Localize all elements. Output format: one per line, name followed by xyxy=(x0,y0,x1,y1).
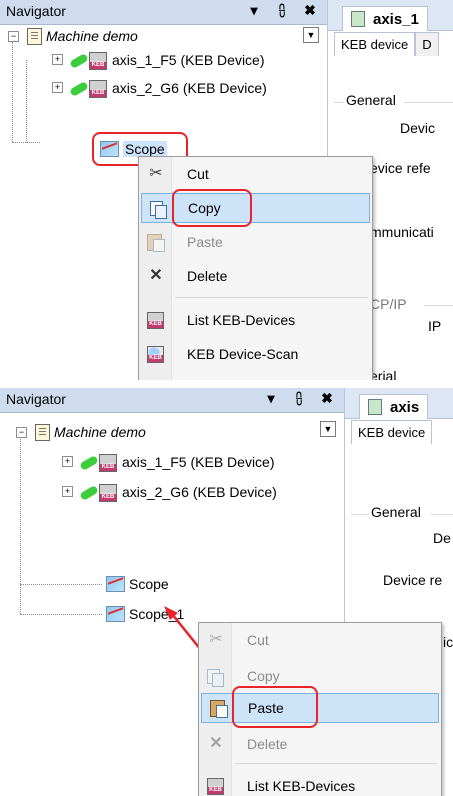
delete-icon xyxy=(147,267,165,285)
group-general-label: General xyxy=(344,92,398,108)
close-icon[interactable]: ✖ xyxy=(303,2,317,19)
menu-label: Paste xyxy=(187,234,223,250)
device-field-label: Devic xyxy=(398,120,438,136)
menu-label: KEB Device-Scan xyxy=(187,346,299,362)
project-icon xyxy=(27,27,42,45)
expand-icon[interactable]: + xyxy=(52,82,63,93)
menu-label: Delete xyxy=(187,268,228,284)
menu-separator xyxy=(175,297,368,298)
project-label: Machine demo xyxy=(46,28,138,44)
navigator-header: Navigator ▾ ⩉ ✖ xyxy=(0,0,327,25)
keb-device-scan-icon xyxy=(147,345,164,363)
keb-device-icon xyxy=(69,51,108,70)
annotation-highlight-copy xyxy=(172,189,252,227)
annotation-highlight-paste xyxy=(232,686,318,728)
communication-label: mmunicati xyxy=(368,224,436,240)
tree-row-device[interactable]: + axis_1_F5 (KEB Device) xyxy=(52,48,265,72)
copy-icon xyxy=(150,200,167,219)
menu-item-list-keb-devices[interactable]: List KEB-Devices xyxy=(199,771,441,796)
subtab-keb-device[interactable]: KEB device xyxy=(334,32,416,56)
dropdown-arrow-icon[interactable]: ▾ xyxy=(247,2,261,19)
context-menu: Cut Copy Paste Delete List KEB-Devices K… xyxy=(138,156,373,380)
menu-label: Cut xyxy=(187,166,209,182)
tab-title: axis_1 xyxy=(373,10,419,28)
device-tab-icon xyxy=(351,11,365,27)
ip-label: IP xyxy=(426,318,444,334)
scissors-icon xyxy=(207,631,225,649)
menu-item-paste[interactable]: Paste xyxy=(139,227,372,257)
tree-row-project[interactable]: − Machine demo xyxy=(8,24,138,48)
menu-item-delete[interactable]: Delete xyxy=(139,261,372,291)
collapse-icon[interactable]: − xyxy=(8,30,19,42)
tree-row-device[interactable]: + axis_2_G6 (KEB Device) xyxy=(52,76,267,100)
document-tab-bar: axis_1 xyxy=(328,0,453,31)
navigator-title: Navigator xyxy=(6,3,66,19)
menu-label: Copy xyxy=(247,668,280,684)
device-label: axis_2_G6 (KEB Device) xyxy=(112,80,267,96)
device-subtabs: KEB device D xyxy=(328,32,439,56)
menu-label: Cut xyxy=(247,632,269,648)
divider xyxy=(0,380,453,388)
screenshot-copy-step: axis_1 KEB device D General Devic evice … xyxy=(0,0,453,380)
screenshot-paste-step: axis KEB device General De Device re ic … xyxy=(0,388,453,796)
pin-icon[interactable]: ⩉ xyxy=(275,2,289,19)
menu-item-list-keb-devices[interactable]: List KEB-Devices xyxy=(139,305,372,335)
keb-device-icon xyxy=(69,79,108,98)
list-keb-devices-icon xyxy=(147,311,164,329)
list-keb-devices-icon xyxy=(207,777,224,795)
menu-item-cut[interactable]: Cut xyxy=(139,159,372,189)
menu-item-keb-device-scan[interactable]: KEB Device-Scan xyxy=(139,339,372,369)
menu-label: Delete xyxy=(247,736,288,752)
copy-icon xyxy=(207,668,224,687)
tab-axis-1[interactable]: axis_1 xyxy=(342,6,428,31)
group-line xyxy=(404,102,453,103)
menu-separator xyxy=(235,763,437,764)
delete-icon xyxy=(207,735,225,753)
paste-icon xyxy=(210,699,228,718)
device-label: axis_1_F5 (KEB Device) xyxy=(112,52,265,68)
device-reference-label: evice refe xyxy=(368,160,433,176)
subtab-d[interactable]: D xyxy=(415,32,439,56)
tcpip-label: CP/IP xyxy=(368,296,409,312)
expand-icon[interactable]: + xyxy=(52,54,63,65)
group-line xyxy=(424,305,453,306)
paste-icon xyxy=(147,233,165,252)
scissors-icon xyxy=(147,165,165,183)
menu-label: List KEB-Devices xyxy=(187,312,296,328)
menu-item-cut[interactable]: Cut xyxy=(199,625,441,655)
menu-item-delete[interactable]: Delete xyxy=(199,729,441,759)
menu-label: List KEB-Devices xyxy=(247,778,356,794)
